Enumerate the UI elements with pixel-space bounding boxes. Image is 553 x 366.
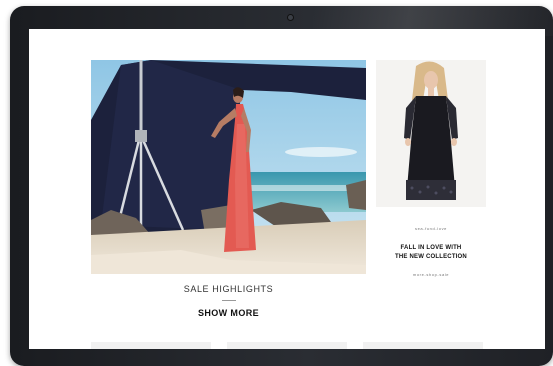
- bottom-card-1[interactable]: [91, 342, 211, 349]
- webcam-icon: [288, 15, 293, 20]
- badge-line-2: THE NEW COLLECTION: [395, 254, 467, 260]
- badge-arc-top-text: sea-fund-love: [414, 226, 448, 231]
- new-collection-badge[interactable]: sea-fund-love FALL IN LOVE WITH THE NEW …: [391, 226, 471, 290]
- hero-image[interactable]: [91, 60, 366, 274]
- title-divider: [222, 300, 236, 301]
- bottom-card-3[interactable]: [363, 342, 483, 349]
- screen: SALE HIGHLIGHTS SHOW MORE sea-fund-love …: [29, 29, 545, 349]
- collection-model-image[interactable]: [376, 60, 486, 207]
- beach-photo-illustration: [91, 60, 366, 274]
- show-more-link[interactable]: SHOW MORE: [91, 308, 366, 318]
- model-black-dress-illustration: [376, 60, 486, 207]
- badge-line-1: FALL IN LOVE WITH: [400, 245, 462, 251]
- bottom-card-2[interactable]: [227, 342, 347, 349]
- badge-arc-bottom-text: more-shop-sale: [412, 272, 450, 277]
- sale-highlights-title: SALE HIGHLIGHTS: [183, 284, 274, 294]
